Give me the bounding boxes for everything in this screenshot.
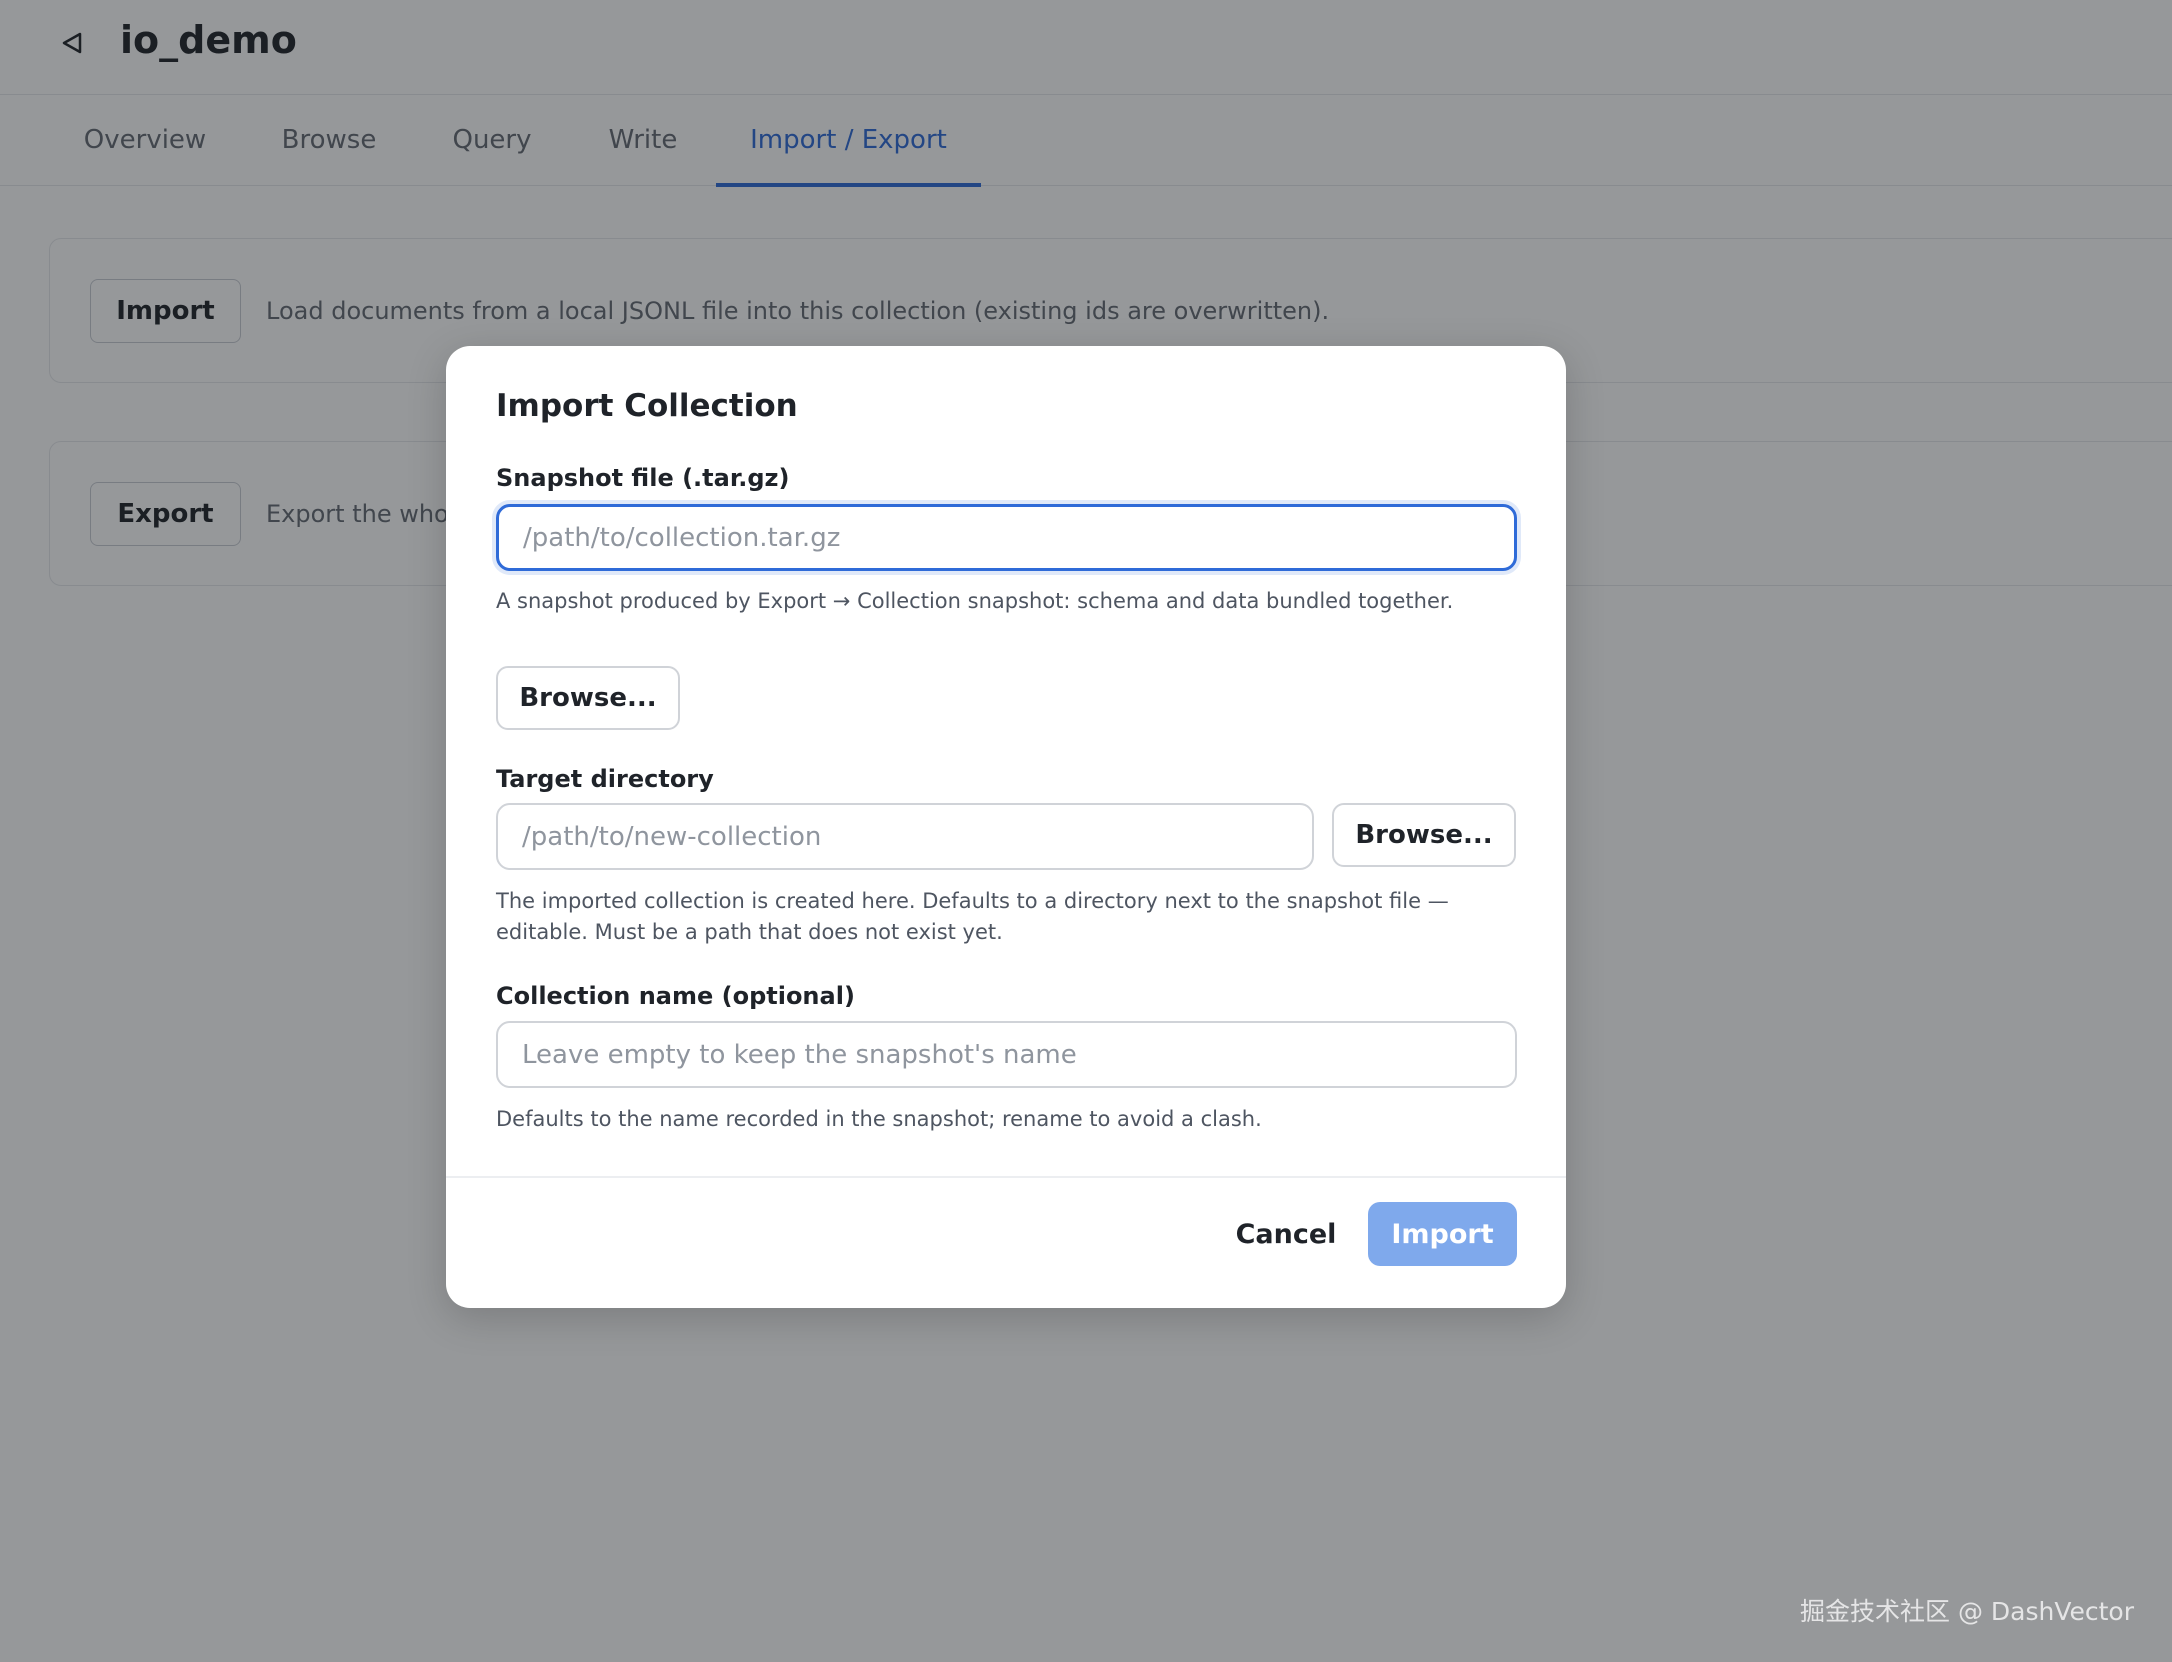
watermark: 掘金技术社区 @ DashVector (1800, 1597, 2134, 1626)
snapshot-file-label: Snapshot file (.tar.gz) (496, 464, 790, 492)
target-directory-input[interactable] (496, 803, 1314, 870)
dialog-title: Import Collection (496, 388, 798, 424)
import-submit-button[interactable]: Import (1368, 1202, 1517, 1266)
collection-name-hint: Defaults to the name recorded in the sna… (496, 1107, 1262, 1131)
dialog-footer-divider (446, 1176, 1566, 1178)
snapshot-file-input[interactable] (496, 504, 1517, 571)
collection-name-input[interactable] (496, 1021, 1517, 1088)
target-directory-label: Target directory (496, 765, 714, 793)
collection-name-label: Collection name (optional) (496, 982, 855, 1010)
snapshot-file-hint: A snapshot produced by Export → Collecti… (496, 589, 1454, 613)
cancel-button[interactable]: Cancel (1216, 1202, 1356, 1266)
target-browse-button[interactable]: Browse... (1332, 803, 1516, 867)
import-collection-dialog: Import Collection Snapshot file (.tar.gz… (446, 346, 1566, 1308)
target-directory-hint: The imported collection is created here.… (496, 889, 1449, 944)
snapshot-browse-button[interactable]: Browse... (496, 666, 680, 730)
